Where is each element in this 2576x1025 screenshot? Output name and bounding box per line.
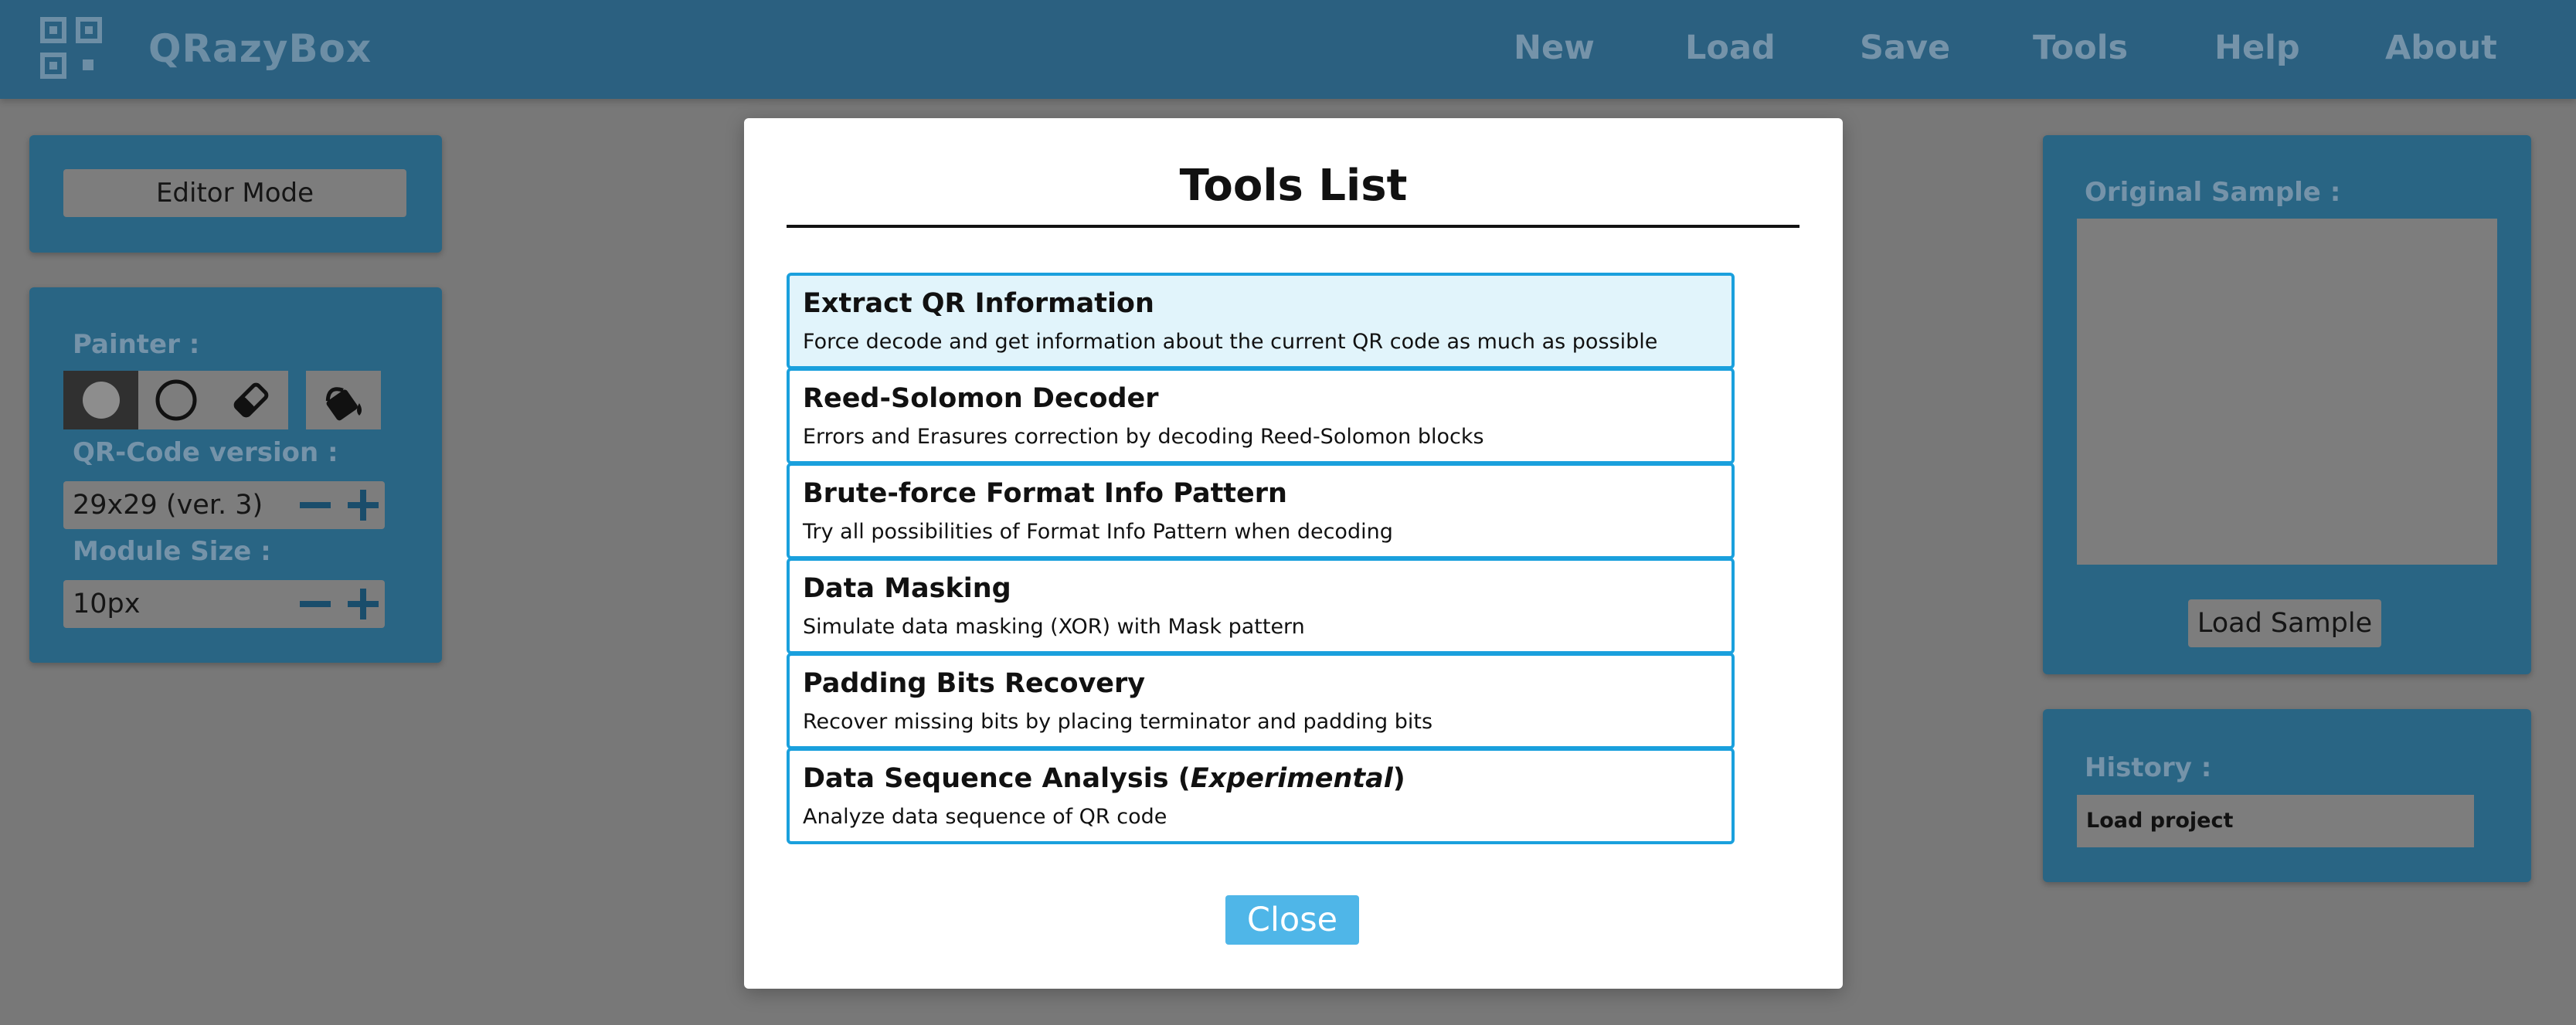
tool-reed-solomon-decoder[interactable]: Reed-Solomon Decoder Errors and Erasures… — [787, 368, 1735, 464]
original-sample-label: Original Sample : — [2085, 177, 2341, 208]
tool-name: Reed-Solomon Decoder — [803, 383, 1159, 414]
eraser-icon — [233, 382, 268, 418]
tool-description: Analyze data sequence of QR code — [803, 805, 1167, 829]
tool-data-sequence-analysis[interactable]: Data Sequence Analysis (Experimental) An… — [787, 748, 1735, 844]
tool-description: Try all possibilities of Format Info Pat… — [803, 520, 1393, 544]
module-size-decrement-button[interactable] — [300, 589, 331, 619]
module-size-field: 10px — [63, 580, 385, 628]
tool-extract-qr-information[interactable]: Extract QR Information Force decode and … — [787, 273, 1735, 369]
eraser-button[interactable] — [213, 371, 288, 429]
nav-load[interactable]: Load — [1685, 25, 1776, 71]
tool-name: Data Masking — [803, 573, 1011, 604]
tool-name: Extract QR Information — [803, 288, 1154, 319]
tool-description: Force decode and get information about t… — [803, 330, 1658, 354]
version-decrement-button[interactable] — [300, 490, 331, 521]
close-button[interactable]: Close — [1225, 895, 1359, 945]
empty-circle-icon — [155, 379, 196, 421]
tool-brute-force-format-info[interactable]: Brute-force Format Info Pattern Try all … — [787, 463, 1735, 559]
history-item[interactable]: Load project — [2077, 795, 2474, 847]
tools-list-dialog: Tools List Extract QR Information Force … — [744, 118, 1843, 989]
editor-mode-button[interactable]: Editor Mode — [63, 169, 406, 217]
tool-name-suffix: ) — [1392, 763, 1405, 794]
tool-data-masking[interactable]: Data Masking Simulate data masking (XOR)… — [787, 558, 1735, 654]
module-size-increment-button[interactable] — [348, 589, 379, 619]
editor-mode-panel: Editor Mode — [29, 135, 442, 253]
tool-name-prefix: Data Sequence Analysis ( — [803, 763, 1191, 794]
app-logo-text: QRazyBox — [148, 26, 372, 71]
nav-save[interactable]: Save — [1860, 25, 1950, 71]
history-label: History : — [2085, 752, 2212, 783]
brush-filled-button[interactable] — [63, 371, 138, 429]
tool-description: Errors and Erasures correction by decodi… — [803, 425, 1484, 449]
qr-version-field: 29x29 (ver. 3) — [63, 481, 385, 529]
nav-new[interactable]: New — [1514, 25, 1595, 71]
tool-name: Data Sequence Analysis (Experimental) — [803, 760, 1405, 797]
filled-circle-icon — [82, 382, 120, 419]
tool-padding-bits-recovery[interactable]: Padding Bits Recovery Recover missing bi… — [787, 653, 1735, 749]
nav-about[interactable]: About — [2385, 25, 2497, 71]
nav-tools[interactable]: Tools — [2033, 25, 2128, 71]
original-sample-area — [2077, 219, 2497, 565]
tool-name: Padding Bits Recovery — [803, 668, 1146, 699]
paint-bucket-icon — [325, 387, 362, 421]
module-size-label: Module Size : — [73, 536, 271, 567]
top-navbar: QRazyBox New Load Save Tools Help About — [0, 0, 2576, 99]
qr-logo-icon — [40, 17, 102, 79]
tool-description: Simulate data masking (XOR) with Mask pa… — [803, 615, 1305, 639]
load-sample-button[interactable]: Load Sample — [2188, 599, 2381, 647]
paint-bucket-button[interactable] — [306, 371, 381, 429]
title-divider — [787, 225, 1799, 228]
brush-empty-button[interactable] — [138, 371, 213, 429]
tool-name: Brute-force Format Info Pattern — [803, 478, 1287, 509]
nav-help[interactable]: Help — [2214, 25, 2300, 71]
painter-label: Painter : — [73, 329, 200, 360]
tool-description: Recover missing bits by placing terminat… — [803, 710, 1433, 734]
tool-name-experimental: Experimental — [1190, 763, 1393, 794]
version-increment-button[interactable] — [348, 490, 379, 521]
qr-version-value: 29x29 (ver. 3) — [73, 490, 263, 521]
module-size-value: 10px — [73, 589, 141, 619]
dialog-title: Tools List — [1179, 161, 1408, 211]
painter-panel: Painter : QR-Code version : 29x29 (ver. — [29, 287, 442, 663]
qr-version-label: QR-Code version : — [73, 437, 338, 468]
